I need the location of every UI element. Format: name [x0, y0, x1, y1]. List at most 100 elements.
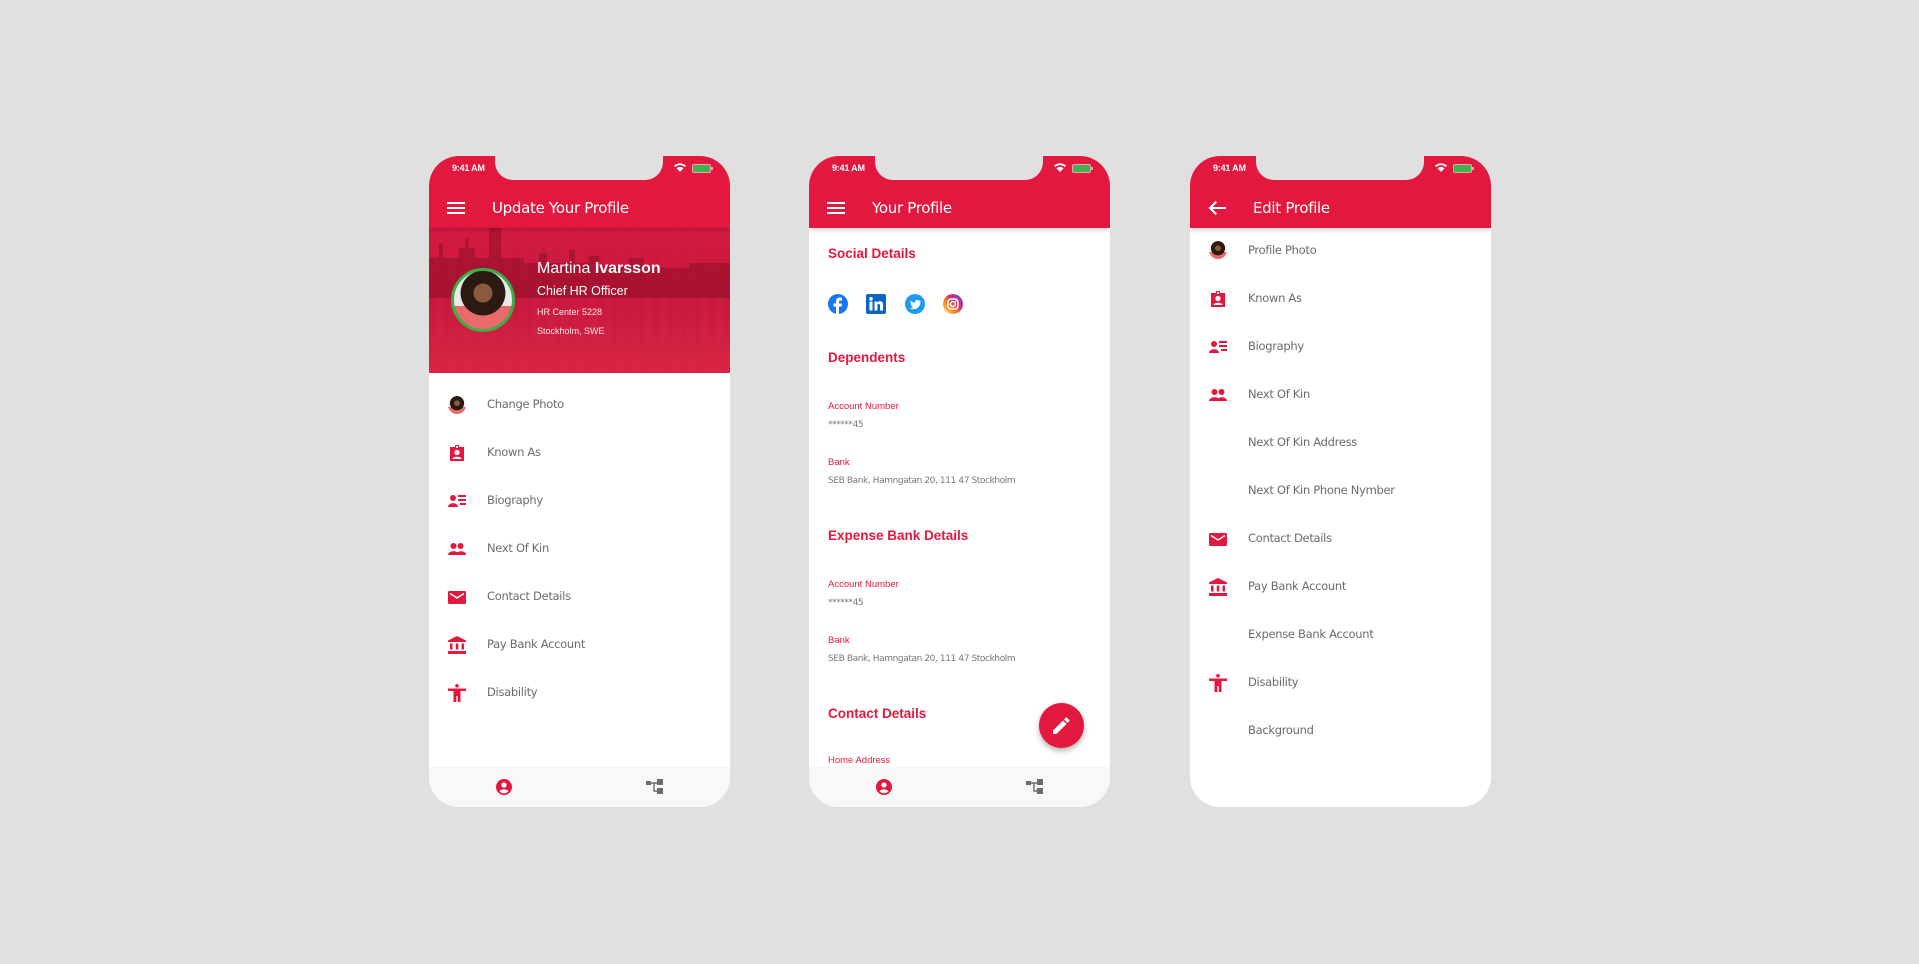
field-value-bank: SEB Bank, Hamngatan 20, 111 47 Stockholm	[828, 476, 1016, 486]
field-value-account-number: ******45	[828, 420, 864, 430]
menu-item-next-of-kin-phone[interactable]: Next Of Kin Phone Nymber	[1190, 468, 1491, 516]
menu-item-biography[interactable]: Biography	[1190, 324, 1491, 372]
people-icon	[448, 540, 466, 558]
bank-icon	[448, 636, 466, 654]
menu-item-label: Pay Bank Account	[1248, 579, 1347, 593]
menu-item-label: Biography	[487, 493, 543, 507]
menu-item-expense-bank-account[interactable]: Expense Bank Account	[1190, 612, 1491, 660]
menu-item-label: Next Of Kin	[487, 541, 549, 555]
menu-item-known-as[interactable]: Known As	[1190, 276, 1491, 324]
menu-item-label: Expense Bank Account	[1248, 627, 1374, 641]
status-time: 9:41 AM	[832, 163, 865, 173]
page-title: Update Your Profile	[492, 199, 629, 217]
menu-item-pay-bank-account[interactable]: Pay Bank Account	[429, 620, 730, 668]
field-value-bank: SEB Bank, Hamngatan 20, 111 47 Stockholm	[828, 654, 1016, 664]
profile-name: Martina Ivarsson	[537, 260, 661, 278]
menu-item-label: Pay Bank Account	[487, 637, 586, 651]
account-circle-icon[interactable]	[876, 779, 892, 795]
profile-avatar[interactable]	[451, 268, 515, 332]
last-name: Ivarsson	[594, 260, 661, 277]
menu-item-label: Change Photo	[487, 397, 564, 411]
menu-item-label: Profile Photo	[1248, 243, 1317, 257]
section-title-social: Social Details	[828, 246, 916, 261]
app-bar: 9:41 AM Update Your Profile	[429, 156, 730, 228]
profile-banner: Martina Ivarsson Chief HR Officer HR Cen…	[429, 228, 730, 373]
badge-icon	[448, 444, 466, 462]
biography-icon	[1209, 338, 1227, 356]
menu-item-contact-details[interactable]: Contact Details	[429, 572, 730, 620]
device-notch	[875, 156, 1043, 180]
field-label-bank: Bank	[828, 457, 850, 468]
profile-role: Chief HR Officer	[537, 284, 628, 298]
menu-item-label: Known As	[1248, 291, 1302, 305]
menu-item-disability[interactable]: Disability	[429, 668, 730, 716]
menu-item-label: Background	[1248, 723, 1314, 737]
phone-edit-profile: 9:41 AM Edit Profile Profile Photo Known…	[1190, 156, 1491, 807]
device-notch	[1256, 156, 1424, 180]
section-title-expense-bank: Expense Bank Details	[828, 528, 969, 543]
people-icon	[1209, 386, 1227, 404]
facebook-icon[interactable]	[828, 294, 848, 314]
menu-icon[interactable]	[447, 201, 465, 215]
menu-item-next-of-kin[interactable]: Next Of Kin	[429, 524, 730, 572]
menu-item-profile-photo[interactable]: Profile Photo	[1190, 228, 1491, 276]
menu-item-label: Biography	[1248, 339, 1304, 353]
menu-item-label: Disability	[487, 685, 538, 699]
accessibility-icon	[448, 684, 466, 702]
pencil-icon	[1053, 717, 1070, 734]
bottom-nav	[809, 767, 1110, 807]
app-bar: 9:41 AM Edit Profile	[1190, 156, 1491, 228]
bottom-nav	[429, 767, 730, 807]
first-name: Martina	[537, 260, 591, 277]
profile-office: HR Center 5228	[537, 307, 603, 317]
menu-item-biography[interactable]: Biography	[429, 476, 730, 524]
phone-your-profile: 9:41 AM Your Profile Social Details Depe…	[809, 156, 1110, 807]
wifi-icon	[1054, 163, 1066, 172]
status-time: 9:41 AM	[452, 163, 485, 173]
menu-item-label: Contact Details	[487, 589, 571, 603]
twitter-icon[interactable]	[905, 294, 925, 314]
menu-item-pay-bank-account[interactable]: Pay Bank Account	[1190, 564, 1491, 612]
page-title: Edit Profile	[1253, 199, 1330, 217]
instagram-icon[interactable]	[943, 294, 963, 314]
bank-icon	[1209, 578, 1227, 596]
profile-location: Stockholm, SWE	[537, 326, 605, 336]
edit-fab-button[interactable]	[1039, 703, 1084, 748]
org-chart-icon[interactable]	[1026, 779, 1043, 795]
field-label-bank: Bank	[828, 635, 850, 646]
menu-item-label: Disability	[1248, 675, 1299, 689]
wifi-icon	[674, 163, 686, 172]
badge-icon	[1209, 290, 1227, 308]
menu-item-next-of-kin-address[interactable]: Next Of Kin Address	[1190, 420, 1491, 468]
org-chart-icon[interactable]	[646, 779, 663, 795]
app-bar: 9:41 AM Your Profile	[809, 156, 1110, 228]
arrow-back-icon[interactable]	[1208, 201, 1226, 215]
menu-item-change-photo[interactable]: Change Photo	[429, 380, 730, 428]
menu-item-label: Next Of Kin Address	[1248, 435, 1357, 449]
page-title: Your Profile	[872, 199, 952, 217]
section-title-dependents: Dependents	[828, 350, 906, 365]
menu-item-contact-details[interactable]: Contact Details	[1190, 516, 1491, 564]
section-title-contact: Contact Details	[828, 706, 927, 721]
menu-item-next-of-kin[interactable]: Next Of Kin	[1190, 372, 1491, 420]
field-label-account-number: Account Number	[828, 401, 899, 412]
mail-icon	[1209, 530, 1227, 548]
avatar-icon	[1209, 241, 1227, 259]
menu-icon[interactable]	[827, 201, 845, 215]
accessibility-icon	[1209, 674, 1227, 692]
linkedin-icon[interactable]	[866, 294, 886, 314]
field-label-account-number: Account Number	[828, 579, 899, 590]
menu-item-label: Known As	[487, 445, 541, 459]
mail-icon	[448, 588, 466, 606]
field-label-home-address: Home Address	[828, 755, 891, 766]
biography-icon	[448, 492, 466, 510]
menu-item-known-as[interactable]: Known As	[429, 428, 730, 476]
menu-item-label: Next Of Kin Phone Nymber	[1248, 483, 1395, 497]
menu-item-label: Next Of Kin	[1248, 387, 1310, 401]
device-notch	[495, 156, 663, 180]
account-circle-icon[interactable]	[496, 779, 512, 795]
menu-item-disability[interactable]: Disability	[1190, 660, 1491, 708]
status-time: 9:41 AM	[1213, 163, 1246, 173]
menu-item-label: Contact Details	[1248, 531, 1332, 545]
menu-item-background[interactable]: Background	[1190, 708, 1491, 756]
